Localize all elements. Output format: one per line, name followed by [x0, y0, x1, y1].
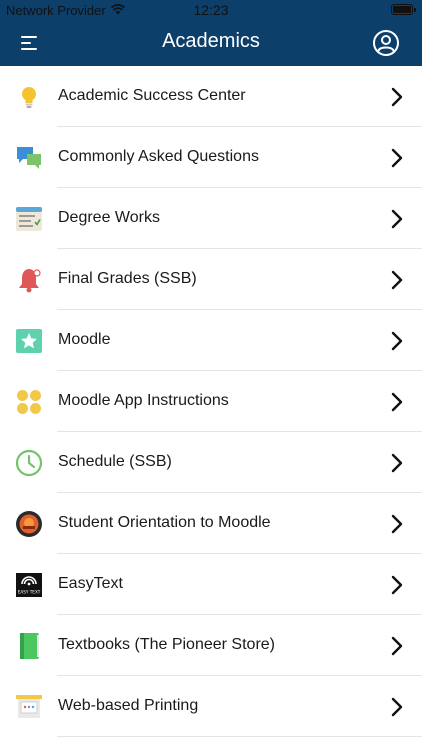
chevron-right-icon [391, 87, 403, 107]
star-icon [16, 329, 42, 353]
list-item[interactable]: Textbooks (The Pioneer Store) [0, 615, 422, 676]
list-item-label: Final Grades (SSB) [58, 270, 197, 287]
list-item-label: Moodle [58, 331, 111, 348]
list-item[interactable]: Degree Works [0, 188, 422, 249]
chevron-right-icon [391, 636, 403, 656]
list-item-label: Textbooks (The Pioneer Store) [58, 636, 275, 653]
list-item-label: EasyText [58, 575, 123, 592]
list-item-label: Moodle App Instructions [58, 392, 229, 409]
list-item-label: Web-based Printing [58, 697, 199, 714]
list-item[interactable]: Schedule (SSB) [0, 432, 422, 493]
book-icon [20, 633, 39, 659]
profile-button[interactable] [372, 29, 400, 57]
user-account-icon [373, 30, 399, 56]
list-item-label: Student Orientation to Moodle [58, 514, 271, 531]
list-item[interactable]: Moodle App Instructions [0, 371, 422, 432]
chevron-right-icon [391, 209, 403, 229]
chevron-right-icon [391, 514, 403, 534]
chevron-right-icon [391, 148, 403, 168]
list-item-label: Commonly Asked Questions [58, 148, 259, 165]
chat-bubbles-icon [17, 147, 41, 169]
orientation-badge-icon [16, 511, 42, 537]
easytext-logo-text: EASY TEXT [18, 590, 41, 595]
status-bar: Network Provider 12:23 [0, 0, 422, 20]
easytext-logo-icon: EASY TEXT [16, 573, 42, 597]
battery-icon [391, 4, 416, 15]
list-item[interactable]: Commonly Asked Questions [0, 127, 422, 188]
list-item[interactable]: Academic Success Center [0, 66, 422, 127]
list-item[interactable]: EASY TEXT EasyText [0, 554, 422, 615]
list-item-label: Academic Success Center [58, 87, 246, 104]
list-item[interactable]: Student Orientation to Moodle [0, 493, 422, 554]
chevron-right-icon [391, 575, 403, 595]
chevron-right-icon [391, 453, 403, 473]
four-dots-icon [17, 390, 41, 414]
page-title: Academics [162, 30, 260, 52]
academics-list: Academic Success Center Commonly Asked Q… [0, 66, 422, 737]
clock-icon [15, 449, 43, 477]
printer-icon [16, 695, 42, 718]
chevron-right-icon [391, 697, 403, 717]
list-item-label: Degree Works [58, 209, 160, 226]
list-item[interactable]: Final Grades (SSB) [0, 249, 422, 310]
chevron-right-icon [391, 331, 403, 351]
list-item[interactable]: Web-based Printing [0, 676, 422, 737]
chevron-right-icon [391, 270, 403, 290]
list-item-label: Schedule (SSB) [58, 453, 172, 470]
status-time: 12:23 [193, 2, 229, 18]
divider [57, 736, 422, 737]
chevron-right-icon [391, 392, 403, 412]
list-item[interactable]: Moodle [0, 310, 422, 371]
checklist-icon [16, 207, 42, 231]
lightbulb-icon [22, 87, 36, 108]
bell-icon [19, 269, 41, 293]
